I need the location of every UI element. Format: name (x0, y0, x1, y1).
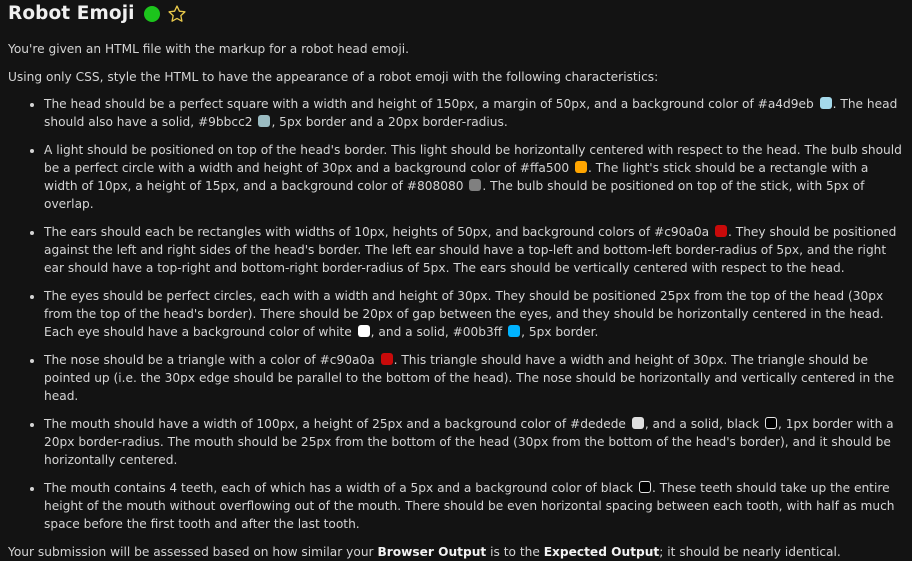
list-item: The eyes should be perfect circles, each… (44, 287, 904, 341)
eye-border-color-swatch (508, 325, 521, 337)
ears-color-swatch (715, 225, 727, 237)
teeth-req-text: The mouth contains 4 teeth, each of whic… (44, 481, 634, 495)
nose-color-swatch (380, 353, 393, 365)
page-title: Robot Emoji (8, 3, 135, 24)
intro-text: You're given an HTML file with the marku… (8, 42, 409, 56)
completed-status-icon (143, 6, 160, 22)
expected-output-label: Expected Output (543, 545, 660, 559)
bulb-color-swatch (574, 161, 587, 173)
stick-color-swatch (469, 179, 482, 191)
ears-req-text: The ears should each be rectangles with … (44, 225, 710, 239)
footer-text-2: is to the (486, 545, 544, 559)
list-item: The head should be a perfect square with… (44, 95, 904, 131)
teeth-color-swatch (638, 481, 651, 493)
list-item: The mouth should have a width of 100px, … (44, 415, 904, 469)
head-req-text: The head should be a perfect square with… (44, 97, 814, 111)
footer-text-1: Your submission will be assessed based o… (8, 545, 378, 559)
eyes-req-text-2: , and a solid, #00b3ff (370, 325, 503, 339)
browser-output-label: Browser Output (377, 545, 487, 559)
eyes-req-text-3: , 5px border. (521, 325, 599, 339)
problem-statement: Robot Emoji You're given an HTML file wi… (0, 0, 912, 561)
list-item: The nose should be a triangle with a col… (44, 351, 904, 405)
head-req-text-3: , 5px border and a 20px border-radius. (271, 115, 508, 129)
mouth-color-swatch (631, 417, 644, 429)
star-icon-svg (168, 5, 186, 22)
footer-text-3: ; it should be nearly identical. (659, 545, 841, 559)
assessment-note: Your submission will be assessed based o… (8, 543, 904, 561)
instructions-text: Using only CSS, style the HTML to have t… (8, 70, 659, 84)
mouth-req-text: The mouth should have a width of 100px, … (44, 417, 626, 431)
star-icon[interactable] (167, 4, 187, 24)
list-item: The ears should each be rectangles with … (44, 223, 904, 277)
head-border-color-swatch (258, 115, 271, 127)
title-row: Robot Emoji (8, 0, 904, 28)
head-color-swatch (819, 97, 832, 109)
requirements-list: The head should be a perfect square with… (8, 95, 904, 533)
mouth-req-text-2: , and a solid, black (644, 417, 760, 431)
nose-req-text: The nose should be a triangle with a col… (44, 353, 375, 367)
eye-fill-color-swatch (357, 325, 370, 337)
list-item: The mouth contains 4 teeth, each of whic… (44, 479, 904, 533)
list-item: A light should be positioned on top of t… (44, 141, 904, 213)
mouth-border-color-swatch (765, 417, 777, 429)
